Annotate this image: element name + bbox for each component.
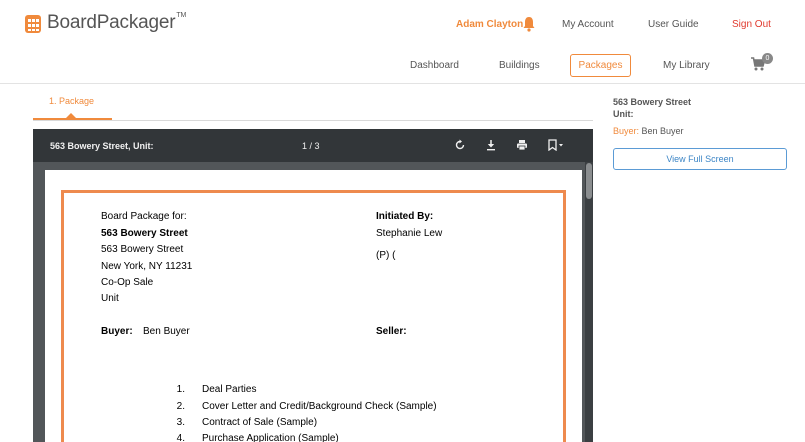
contents-item: Contract of Sale (Sample) bbox=[202, 417, 318, 428]
contents-num: 4. bbox=[176, 433, 185, 442]
sidebar-buyer-name: Ben Buyer bbox=[641, 126, 684, 136]
sign-out-link[interactable]: Sign Out bbox=[732, 19, 771, 30]
sidebar-address-line1: 563 Bowery Street bbox=[613, 97, 692, 107]
initiator-name: Stephanie Lew bbox=[376, 228, 443, 239]
pdf-scrollbar[interactable] bbox=[585, 162, 593, 442]
unit-label: Unit bbox=[101, 293, 119, 304]
pdf-scroll-thumb[interactable] bbox=[586, 163, 592, 199]
pdf-page: Board Package for: 563 Bowery Street 563… bbox=[45, 170, 582, 442]
contents-num: 3. bbox=[176, 417, 185, 428]
contents-item: Cover Letter and Credit/Background Check… bbox=[202, 401, 437, 412]
user-nav: Adam Clayton My Account User Guide Sign … bbox=[0, 16, 805, 32]
print-icon[interactable] bbox=[516, 139, 528, 151]
active-step-caret bbox=[66, 113, 76, 118]
bookmark-menu-icon[interactable] bbox=[547, 139, 565, 151]
cart-count-badge: 0 bbox=[762, 53, 773, 64]
sidebar-unit-label: Unit: bbox=[613, 109, 634, 119]
package-address-bold: 563 Bowery Street bbox=[101, 228, 188, 239]
initiated-by-label: Initiated By: bbox=[376, 211, 434, 222]
my-account-link[interactable]: My Account bbox=[562, 19, 614, 30]
package-address-line2: New York, NY 11231 bbox=[101, 261, 193, 272]
trademark-mark: TM bbox=[176, 12, 187, 19]
step-divider bbox=[33, 120, 593, 121]
main-nav: Dashboard Buildings Packages My Library … bbox=[0, 53, 805, 78]
contents-item: Purchase Application (Sample) bbox=[202, 433, 339, 442]
rotate-icon[interactable] bbox=[454, 139, 466, 151]
view-full-screen-button[interactable]: View Full Screen bbox=[613, 148, 787, 170]
download-icon[interactable] bbox=[485, 139, 497, 151]
pdf-toolbar: 563 Bowery Street, Unit: 1 / 3 bbox=[33, 129, 593, 162]
pdf-viewer: 563 Bowery Street, Unit: 1 / 3 Board Pac… bbox=[33, 129, 593, 442]
buyer-name: Ben Buyer bbox=[143, 326, 190, 337]
user-name-link[interactable]: Adam Clayton bbox=[456, 19, 523, 30]
notification-bell-icon[interactable] bbox=[522, 16, 536, 32]
tab-packages[interactable]: Packages bbox=[570, 54, 631, 77]
tab-dashboard[interactable]: Dashboard bbox=[410, 60, 459, 71]
contents-num: 2. bbox=[176, 401, 185, 412]
sidebar-buyer: Buyer: Ben Buyer bbox=[613, 126, 684, 136]
step-tab-package[interactable]: 1. Package bbox=[49, 96, 94, 106]
contents-num: 1. bbox=[176, 384, 185, 395]
tab-my-library[interactable]: My Library bbox=[663, 60, 710, 71]
active-step-underline bbox=[33, 118, 112, 120]
initiator-phone: (P) ( bbox=[376, 250, 396, 261]
package-address-line1: 563 Bowery Street bbox=[101, 244, 184, 255]
top-header: BoardPackagerTM Adam Clayton My Account … bbox=[0, 0, 805, 84]
pdf-title: 563 Bowery Street, Unit: bbox=[50, 141, 154, 151]
sidebar-address: 563 Bowery Street Unit: bbox=[613, 96, 691, 120]
sale-type: Co-Op Sale bbox=[101, 277, 154, 288]
buyer-label: Buyer: bbox=[101, 326, 133, 337]
user-guide-link[interactable]: User Guide bbox=[648, 19, 699, 30]
contents-item: Deal Parties bbox=[202, 384, 257, 395]
tab-buildings[interactable]: Buildings bbox=[499, 60, 540, 71]
sidebar-buyer-label: Buyer: bbox=[613, 126, 640, 136]
pdf-page-indicator: 1 / 3 bbox=[302, 141, 320, 151]
seller-label: Seller: bbox=[376, 326, 407, 337]
board-package-for-label: Board Package for: bbox=[101, 211, 187, 222]
